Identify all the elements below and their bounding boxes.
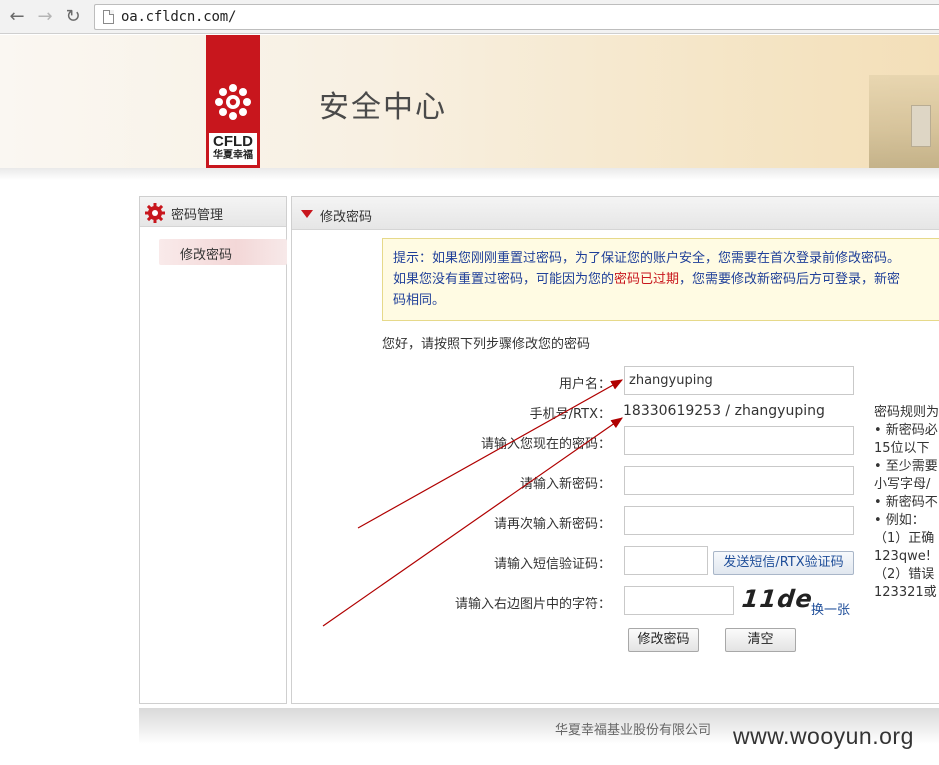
main-header: 修改密码 xyxy=(292,197,939,230)
forward-arrow-icon[interactable]: → xyxy=(34,6,56,28)
back-arrow-icon[interactable]: ← xyxy=(6,6,28,28)
rules-line: （1）正确 xyxy=(874,531,935,546)
rules-line: 123qwe! xyxy=(874,549,931,564)
rules-line: • 至少需要 xyxy=(874,459,938,474)
captcha-image: 11de xyxy=(740,585,815,613)
confirm-password-label: 请再次输入新密码： xyxy=(493,517,611,532)
rules-line: 15位以下 xyxy=(874,441,930,456)
watermark-text: www.wooyun.org xyxy=(733,723,914,749)
captcha-input[interactable] xyxy=(624,586,734,615)
page-icon xyxy=(103,10,114,24)
current-password-label: 请输入您现在的密码： xyxy=(480,437,611,452)
notice-line-3: 码相同。 xyxy=(393,293,446,308)
flower-logo-icon xyxy=(215,84,251,120)
captcha-label: 请输入右边图片中的字符： xyxy=(454,597,611,612)
submit-change-password-button[interactable]: 修改密码 xyxy=(628,628,699,652)
sidebar-header: 密码管理 xyxy=(140,197,286,227)
sidebar-item-change-password[interactable]: 修改密码 xyxy=(159,239,287,265)
clear-button[interactable]: 清空 xyxy=(725,628,796,652)
rules-line: • 新密码不 xyxy=(874,495,938,510)
username-input[interactable] xyxy=(624,366,854,395)
captcha-refresh-link[interactable]: 换一张 xyxy=(811,599,850,618)
rules-line: 密码规则为 xyxy=(874,405,939,420)
sms-code-input[interactable] xyxy=(624,546,708,575)
new-password-input[interactable] xyxy=(624,466,854,495)
browser-toolbar: ← → ↻ oa.cfldcn.com/ xyxy=(0,0,939,34)
address-bar[interactable]: oa.cfldcn.com/ xyxy=(94,4,939,30)
gear-icon xyxy=(145,203,165,223)
building-image xyxy=(869,75,939,168)
sidebar-title: 密码管理 xyxy=(171,208,224,223)
notice-box: 提示：如果您刚刚重置过密码，为了保证您的账户安全，您需要在首次登录前修改密码。 … xyxy=(382,238,939,321)
sidebar: 密码管理 修改密码 xyxy=(139,196,287,704)
sidebar-item-label: 修改密码 xyxy=(180,248,233,263)
rules-line: 小写字母/ xyxy=(874,477,931,492)
notice-line-2-prefix: 如果您没有重置过密码，可能因为您的 xyxy=(393,272,615,287)
new-password-label: 请输入新密码： xyxy=(519,477,611,492)
greeting-text: 您好，请按照下列步骤修改您的密码 xyxy=(382,337,591,352)
notice-line-2-suffix: ，您需要修改新密码后方可登录，新密 xyxy=(679,272,901,287)
notice-line-1: 提示：如果您刚刚重置过密码，为了保证您的账户安全，您需要在首次登录前修改密码。 xyxy=(393,251,901,266)
main-title: 修改密码 xyxy=(320,210,373,225)
main-panel: 修改密码 提示：如果您刚刚重置过密码，为了保证您的账户安全，您需要在首次登录前修… xyxy=(291,196,939,704)
url-text: oa.cfldcn.com/ xyxy=(121,9,237,25)
banner-shadow xyxy=(0,168,939,180)
notice-expired-warning: 密码已过期 xyxy=(614,272,680,287)
page-title: 安全中心 xyxy=(319,90,447,125)
current-password-input[interactable] xyxy=(624,426,854,455)
mobile-value: 18330619253 / zhangyuping xyxy=(623,403,825,419)
rules-line: （2）错误 xyxy=(874,567,935,582)
password-rules: 密码规则为 • 新密码必 15位以下 • 至少需要 小写字母/ • 新密码不 •… xyxy=(874,404,939,602)
footer-copyright: 华夏幸福基业股份有限公司 xyxy=(555,723,712,738)
reload-icon[interactable]: ↻ xyxy=(62,6,84,28)
notice-line-2: 如果您没有重置过密码，可能因为您的密码已过期，您需要修改新密码后方可登录，新密 xyxy=(393,269,939,290)
company-logo: CFLD 华夏幸福 xyxy=(206,35,260,168)
sms-code-label: 请输入短信验证码： xyxy=(493,557,611,572)
logo-text-box: CFLD 华夏幸福 xyxy=(209,133,257,165)
logo-text: CFLD xyxy=(213,133,253,150)
mobile-label: 手机号/RTX： xyxy=(529,407,611,422)
triangle-down-icon xyxy=(301,210,313,218)
rules-line: 123321或 xyxy=(874,585,937,600)
username-label: 用户名： xyxy=(558,377,611,392)
confirm-password-input[interactable] xyxy=(624,506,854,535)
logo-cn-text: 华夏幸福 xyxy=(213,150,253,161)
rules-line: • 例如： xyxy=(874,513,925,528)
send-sms-button[interactable]: 发送短信/RTX验证码 xyxy=(713,551,854,575)
header-banner xyxy=(0,35,939,168)
rules-line: • 新密码必 xyxy=(874,423,938,438)
